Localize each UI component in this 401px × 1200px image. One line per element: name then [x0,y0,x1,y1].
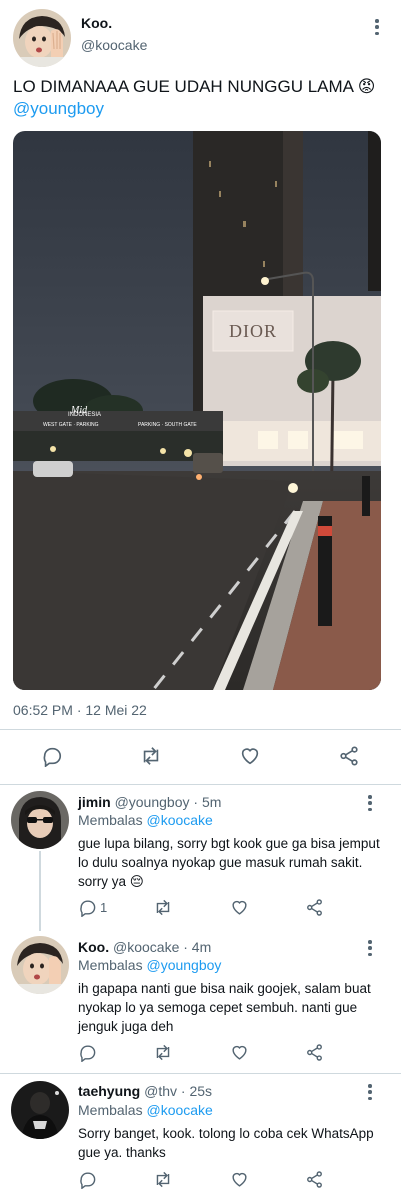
replying-to: Membalas @youngboy [78,957,221,973]
reply-text: ih gapapa nanti gue bisa naik goojek, sa… [78,981,371,1034]
share-button[interactable] [338,745,360,767]
reply-count: 1 [100,900,108,915]
replying-to: Membalas @koocake [78,812,213,828]
like-button[interactable] [230,1043,249,1062]
reply-author-name[interactable]: taehyung @thv · 25s [78,1083,212,1099]
like-icon [232,1045,247,1060]
reply-time: · 5m [193,794,222,810]
tweet-timestamp[interactable]: 06:52 PM · 12 Mei 22 [13,702,147,718]
author-name[interactable]: Koo. [81,15,112,31]
reply-time: · 25s [180,1083,213,1099]
divider [0,729,401,730]
reply-handle: @koocake [113,939,180,955]
reply-icon [80,1172,96,1189]
like-button[interactable] [230,898,249,917]
svg-text:WEST GATE · PARKING: WEST GATE · PARKING [43,422,99,428]
like-icon [232,1172,247,1187]
reply-icon [80,1045,96,1062]
reply-button[interactable] [78,1170,97,1189]
like-button[interactable] [239,745,261,767]
reply-author-name[interactable]: jimin @youngboy · 5m [78,794,221,810]
replying-label: Membalas [78,812,143,828]
retweet-icon [156,899,170,916]
more-options-icon[interactable] [370,17,384,37]
reply-button[interactable]: 1 [78,898,107,917]
like-icon [232,900,247,915]
author-avatar[interactable] [13,9,71,67]
replying-mention[interactable]: @youngboy [146,957,221,973]
reply-avatar-jimin[interactable] [11,791,69,849]
svg-text:INDONESIA: INDONESIA [68,412,101,418]
tweet-mention[interactable]: @youngboy [13,99,104,118]
share-icon [307,1044,322,1061]
reply-icon [43,747,62,767]
reply-icon [80,900,96,917]
reply-name: taehyung [78,1083,141,1099]
retweet-button[interactable] [153,898,173,917]
tweet-body: LO DIMANAAA GUE UDAH NUNGGU LAMA 😡 [13,77,376,96]
svg-text:PARKING · SOUTH GATE: PARKING · SOUTH GATE [138,422,197,428]
replying-label: Membalas [78,957,143,973]
retweet-icon [156,1171,170,1188]
divider [0,1073,401,1074]
svg-text:DIOR: DIOR [229,321,277,341]
share-button[interactable] [305,1170,324,1189]
retweet-button[interactable] [153,1043,173,1062]
tweet-text: LO DIMANAAA GUE UDAH NUNGGU LAMA 😡 @youn… [13,76,388,120]
more-options-icon[interactable] [363,793,377,813]
reply-button[interactable] [78,1043,97,1062]
reply-name: Koo. [78,939,110,955]
reply-name: jimin [78,794,111,810]
share-icon [307,1171,322,1188]
replying-mention[interactable]: @koocake [146,1102,212,1118]
reply-time: · 4m [183,939,212,955]
retweet-icon [143,747,159,765]
replying-to: Membalas @koocake [78,1102,213,1118]
reply-avatar-koo[interactable] [11,936,69,994]
reply-text: Sorry banget, kook. tolong lo coba cek W… [78,1126,374,1160]
reply-handle: @youngboy [114,794,190,810]
reply-handle: @thv [144,1083,178,1099]
replying-mention[interactable]: @koocake [146,812,212,828]
share-icon [340,746,358,766]
retweet-button[interactable] [139,745,163,767]
reply-button[interactable] [41,745,63,767]
retweet-button[interactable] [153,1170,173,1189]
tweet-photo[interactable]: DIOR Mid INDONESIA WEST GATE · PARKING P… [13,131,381,690]
retweet-icon [156,1044,170,1061]
reply-text: gue lupa bilang, sorry bgt kook gue ga b… [78,836,380,889]
like-icon [241,748,259,765]
share-button[interactable] [305,898,324,917]
divider [0,784,401,785]
author-handle[interactable]: @koocake [81,37,147,53]
reply-author-name[interactable]: Koo. @koocake · 4m [78,939,211,955]
reply-avatar-taehyung[interactable] [11,1081,69,1139]
thread-line [39,851,41,931]
share-icon [307,899,322,916]
more-options-icon[interactable] [363,1082,377,1102]
like-button[interactable] [230,1170,249,1189]
replying-label: Membalas [78,1102,143,1118]
share-button[interactable] [305,1043,324,1062]
more-options-icon[interactable] [363,938,377,958]
